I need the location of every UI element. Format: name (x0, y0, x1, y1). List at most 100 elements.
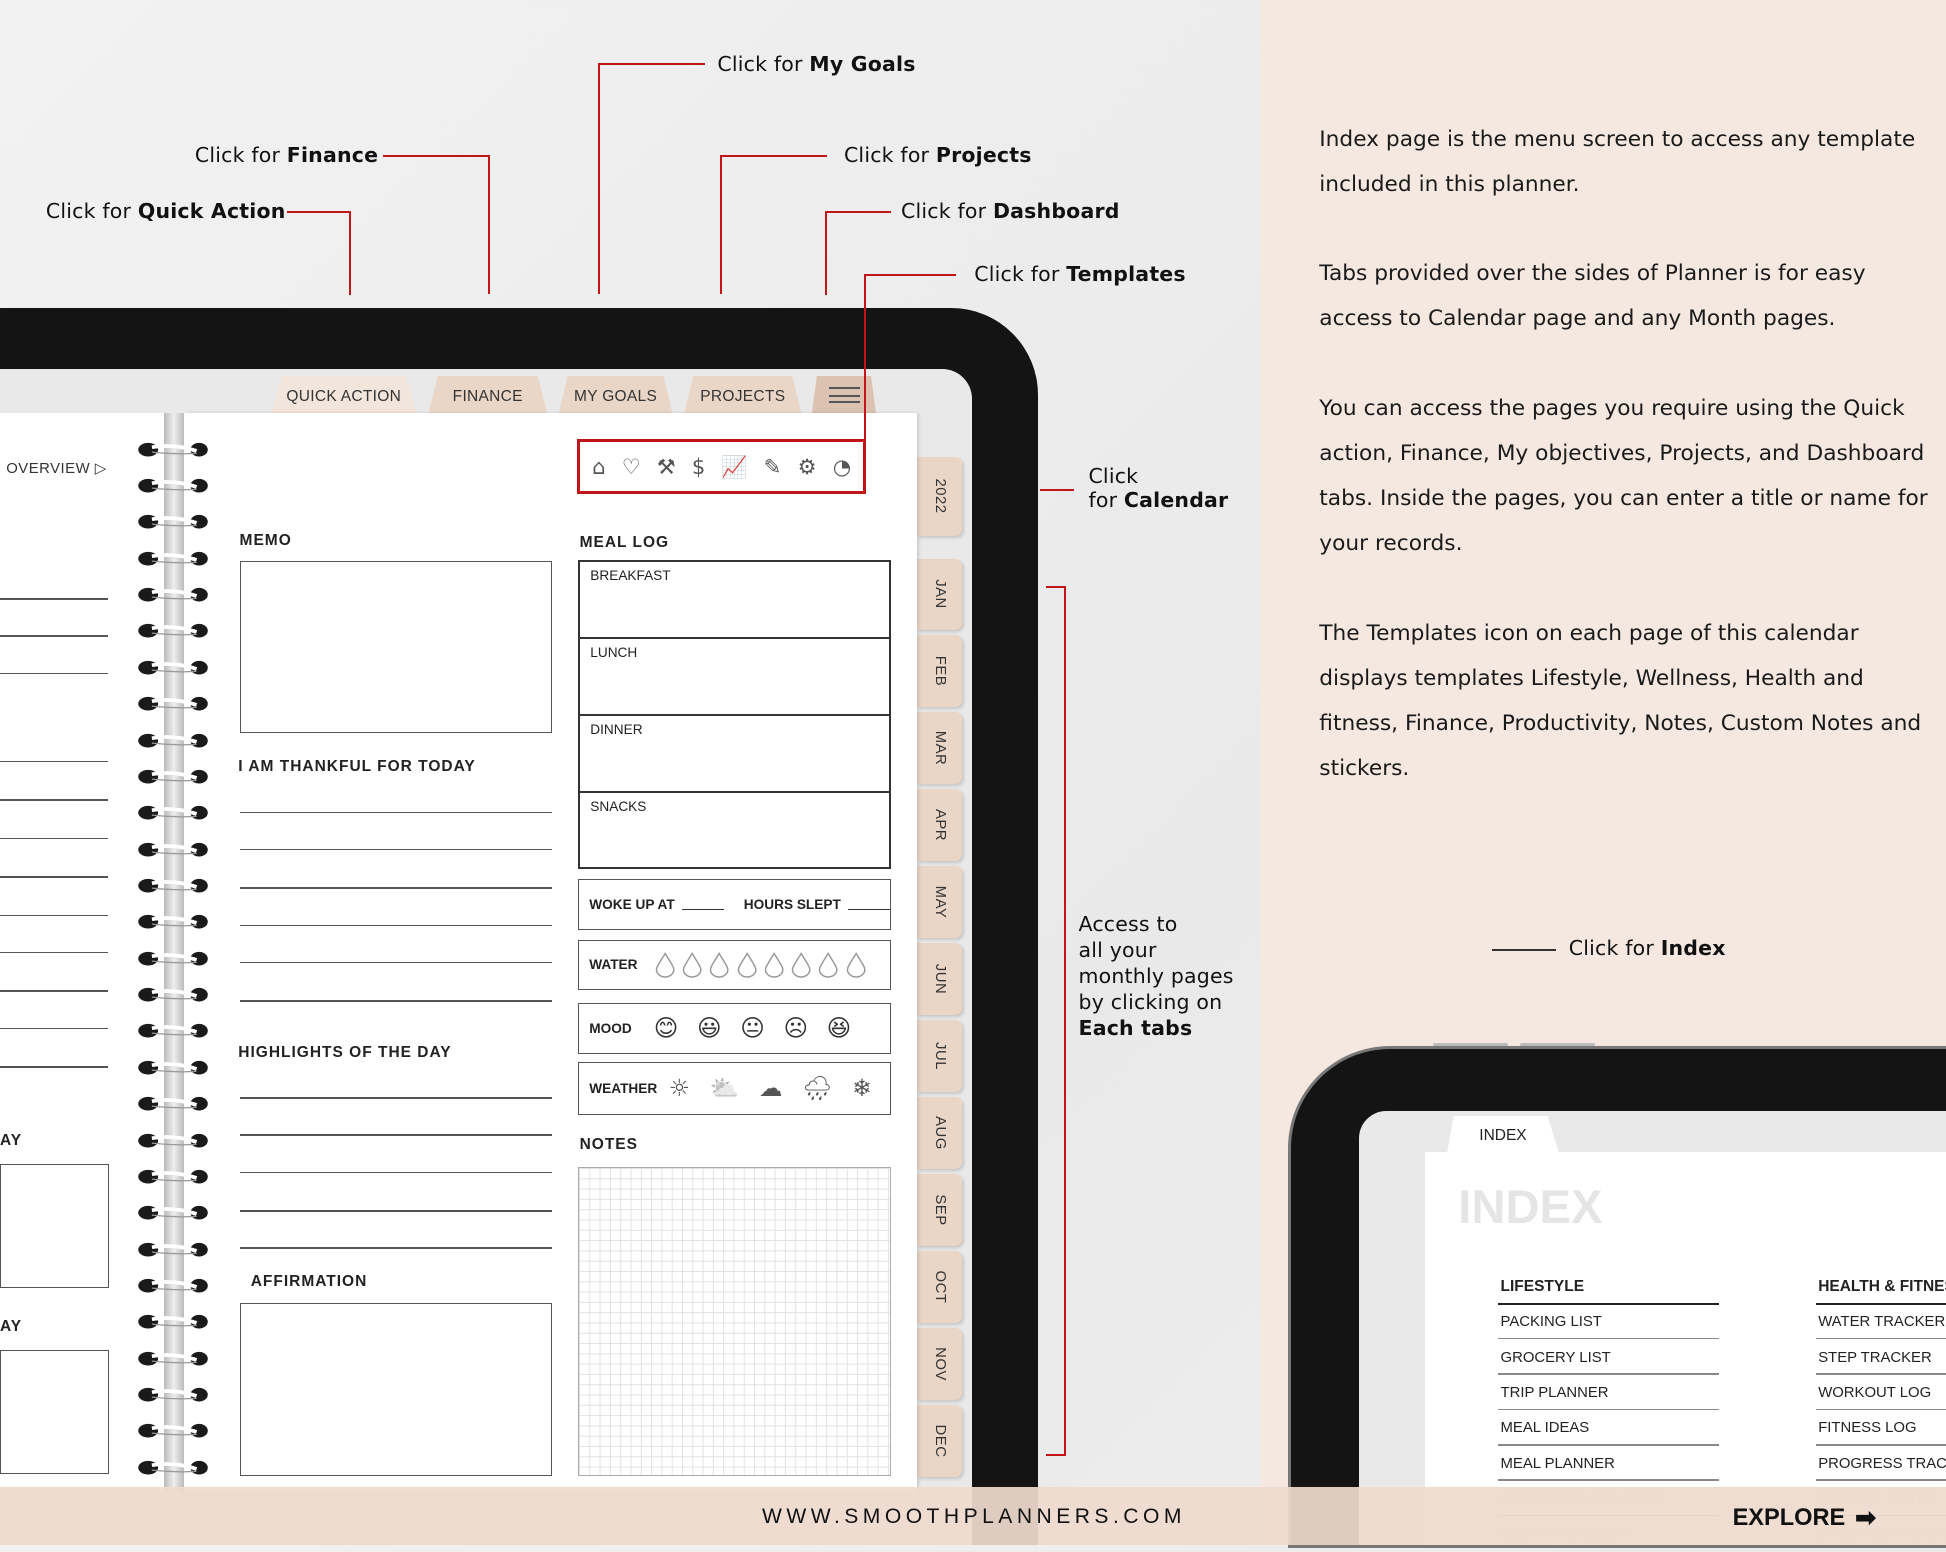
leader-line (348, 210, 351, 296)
arrow-right-icon: ➡ (1855, 1504, 1876, 1532)
month-tab-nov[interactable]: NOV (917, 1328, 962, 1400)
home-icon[interactable]: ⌂ (592, 454, 605, 479)
sticker-icon[interactable]: ◔ (833, 454, 851, 479)
writing-line[interactable] (0, 1027, 108, 1030)
highlight-line[interactable] (239, 1210, 553, 1212)
month-tab-may[interactable]: MAY (917, 866, 962, 939)
overview-link[interactable]: OVERVIEW ▷ (6, 459, 107, 477)
dumbbell-icon[interactable]: ⚒ (657, 454, 676, 479)
month-tab-label: OCT (931, 1270, 948, 1304)
writing-line[interactable] (0, 951, 108, 954)
thankful-line[interactable] (239, 1000, 553, 1002)
thankful-line[interactable] (239, 961, 553, 964)
writing-line[interactable] (0, 760, 108, 763)
weather-cloudy-icon[interactable]: ☁ (759, 1074, 783, 1102)
weather-sunny-icon[interactable]: ☼ (669, 1074, 690, 1102)
index-item-link[interactable]: MEAL PLANNER (1501, 1456, 1615, 1472)
notes-grid-field[interactable] (578, 1166, 892, 1476)
mood-grin-icon[interactable]: 😃 (697, 1014, 722, 1042)
leader-line (863, 274, 866, 441)
month-tab-aug[interactable]: AUG (917, 1097, 962, 1170)
index-item-link[interactable]: WATER TRACKER (1818, 1314, 1945, 1330)
index-item-link[interactable]: TRIP PLANNER (1501, 1385, 1609, 1401)
month-tab-mar[interactable]: MAR (917, 712, 962, 785)
writing-line[interactable] (0, 635, 108, 637)
highlight-line[interactable] (239, 1171, 553, 1174)
notes-edit-icon[interactable]: ✎ (764, 454, 782, 479)
mood-laugh-icon[interactable]: 😆 (827, 1014, 852, 1042)
heart-pulse-icon[interactable]: ♡ (622, 454, 641, 479)
marketing-screenshot: Click for My Goals Click for Finance Cli… (0, 0, 1946, 1546)
mood-sad-icon[interactable]: ☹ (783, 1014, 808, 1042)
month-tab-jan[interactable]: JAN (917, 558, 962, 631)
weather-snow-icon[interactable]: ❄ (852, 1074, 872, 1102)
month-tab-feb[interactable]: FEB (917, 635, 962, 708)
water-drop-icon[interactable] (654, 951, 676, 979)
sleep-tracker[interactable]: WOKE UP AT HOURS SLEPT (578, 878, 892, 930)
water-drop-icon[interactable] (681, 951, 703, 979)
spiral-ring (137, 659, 212, 676)
meal-breakfast[interactable]: BREAKFAST (580, 562, 890, 639)
writing-line[interactable] (0, 598, 108, 600)
highlight-line[interactable] (239, 1134, 553, 1136)
meal-dinner[interactable]: DINNER (580, 716, 890, 793)
index-item-link[interactable]: FITNESS LOG (1818, 1420, 1916, 1436)
water-drop-icon[interactable] (790, 951, 812, 979)
water-drop-icon[interactable] (708, 951, 730, 979)
index-item-link[interactable]: PROGRESS TRACKER (1818, 1456, 1946, 1472)
water-drop-icon[interactable] (763, 951, 785, 979)
writing-line[interactable] (0, 876, 108, 878)
highlight-line[interactable] (239, 1097, 553, 1099)
meal-lunch[interactable]: LUNCH (580, 639, 890, 716)
left-box[interactable] (0, 1164, 110, 1289)
water-drop-icon[interactable] (817, 951, 839, 979)
writing-line[interactable] (0, 914, 108, 917)
index-item-link[interactable]: MEAL IDEAS (1501, 1420, 1590, 1436)
water-drop-icon[interactable] (845, 951, 867, 979)
left-box[interactable] (0, 1350, 110, 1475)
month-tab-oct[interactable]: OCT (917, 1251, 962, 1323)
tab-finance[interactable]: FINANCE (428, 376, 548, 415)
money-bag-icon[interactable]: $ (692, 454, 705, 479)
mood-smile-icon[interactable]: 😊 (654, 1014, 679, 1042)
meal-snacks[interactable]: SNACKS (580, 793, 889, 821)
tab-index[interactable]: INDEX (1447, 1115, 1559, 1153)
weather-partly-cloudy-icon[interactable]: ⛅ (710, 1074, 739, 1102)
memo-field[interactable] (239, 560, 553, 734)
thankful-line[interactable] (239, 887, 553, 889)
month-tab-jul[interactable]: JUL (917, 1020, 962, 1093)
index-item-link[interactable]: STEP TRACKER (1818, 1350, 1932, 1366)
weather-rain-icon[interactable]: 🌧 (802, 1074, 832, 1102)
divider (1498, 1550, 1719, 1552)
index-item-link[interactable]: WORKOUT LOG (1818, 1385, 1931, 1401)
spiral-ring (137, 513, 212, 530)
month-tab-sep[interactable]: SEP (917, 1174, 962, 1247)
month-tab-dec[interactable]: DEC (917, 1404, 962, 1477)
tab-dashboard-menu[interactable] (811, 376, 877, 415)
explore-button[interactable]: EXPLORE ➡ (1733, 1503, 1876, 1533)
highlight-line[interactable] (239, 1247, 553, 1249)
writing-line[interactable] (0, 990, 108, 992)
gear-icon[interactable]: ⚙ (798, 454, 817, 479)
writing-line[interactable] (0, 799, 108, 801)
thankful-line[interactable] (239, 811, 553, 814)
mood-neutral-icon[interactable]: 😐 (740, 1014, 765, 1042)
writing-line[interactable] (0, 837, 108, 840)
thankful-line[interactable] (239, 924, 553, 927)
growth-chart-icon[interactable]: 📈 (721, 454, 747, 480)
month-tab-apr[interactable]: APR (917, 789, 962, 862)
month-tab-2022[interactable]: 2022 (917, 456, 962, 537)
spiral-ring (137, 1241, 212, 1258)
writing-line[interactable] (0, 1066, 108, 1068)
thankful-line[interactable] (239, 848, 553, 851)
index-item-link[interactable]: PACKING LIST (1501, 1314, 1602, 1330)
water-drop-icon[interactable] (736, 951, 758, 979)
writing-line[interactable] (0, 672, 108, 675)
affirmation-field[interactable] (239, 1303, 553, 1476)
tab-my-goals[interactable]: MY GOALS (558, 376, 673, 415)
tab-quick-action[interactable]: QUICK ACTION (270, 376, 417, 415)
tab-projects[interactable]: PROJECTS (683, 376, 802, 415)
website-link[interactable]: WWW.SMOOTHPLANNERS.COM (762, 1505, 1186, 1529)
index-item-link[interactable]: GROCERY LIST (1501, 1350, 1611, 1366)
month-tab-jun[interactable]: JUN (917, 943, 962, 1016)
